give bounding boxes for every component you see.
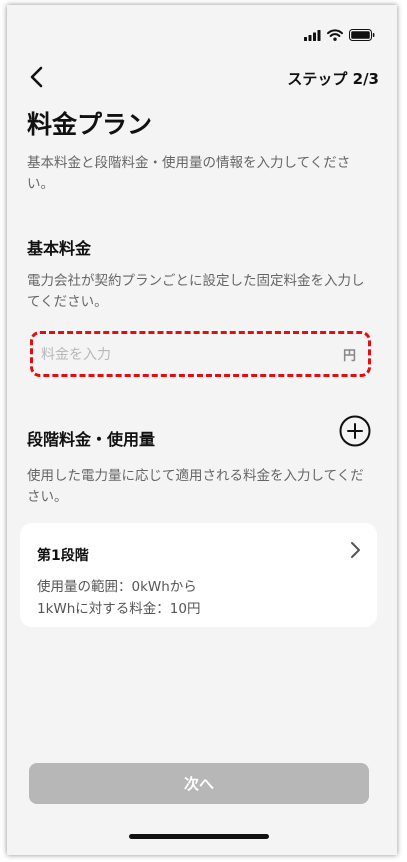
basic-fee-input[interactable] [39,334,333,376]
tier-name: 第1段階 [37,548,89,564]
page-description: 基本料金と段階料金・使用量の情報を入力してください。 [27,155,351,192]
chevron-left-icon [30,66,43,88]
yen-unit-label: 円 [342,349,356,364]
phone-screen: ステップ 2/3 料金プラン 基本料金と段階料金・使用量の情報を入力してください… [7,5,397,855]
tiered-fee-description: 使用した電力量に応じて適用される料金を入力してください。 [27,468,364,505]
basic-fee-title: 基本料金 [27,239,92,258]
basic-fee-field: 円 [30,331,371,377]
status-bar [304,29,375,41]
tier-range: 使用量の範囲：0kWhから [37,579,197,595]
tier-rate: 1kWhに対する料金：10円 [37,601,201,617]
tier-card[interactable]: 第1段階 使用量の範囲：0kWhから 1kWhに対する料金：10円 [20,523,377,627]
battery-icon [349,29,375,41]
step-indicator: ステップ 2/3 [287,70,379,88]
basic-fee-description: 電力会社が契約プランごとに設定した固定料金を入力してください。 [27,273,365,310]
back-button[interactable] [23,63,51,91]
next-button[interactable]: 次へ [29,763,369,804]
page-title: 料金プラン [27,110,153,139]
tiered-fee-title: 段階料金・使用量 [27,430,156,449]
home-indicator [129,834,269,839]
wifi-icon [327,29,343,41]
plus-circle-icon [339,415,371,447]
signal-icon [304,29,321,41]
chevron-right-icon [351,542,360,558]
add-tier-button[interactable] [339,415,371,447]
